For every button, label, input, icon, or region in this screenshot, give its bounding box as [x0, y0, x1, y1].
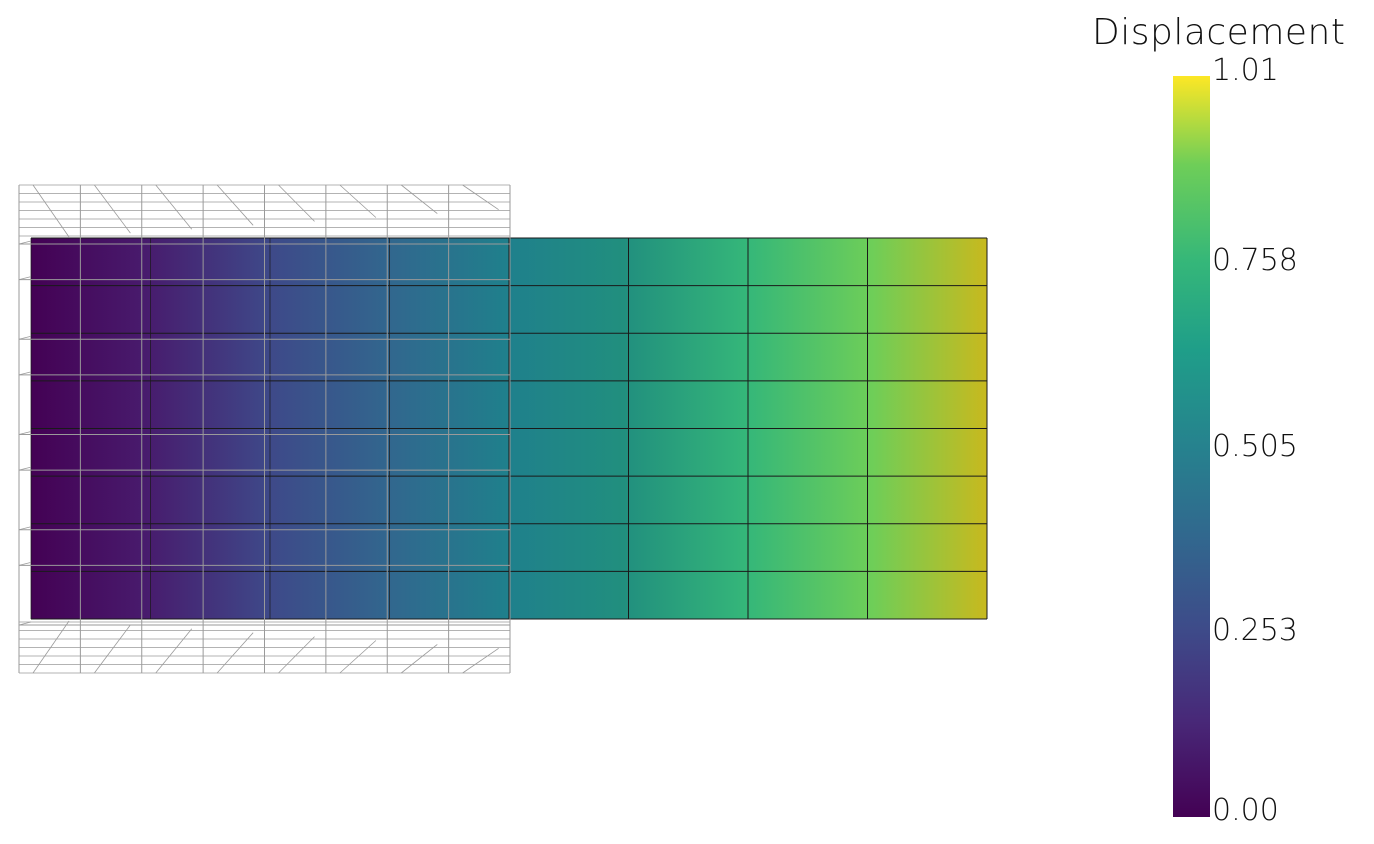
wireframe-line	[339, 184, 377, 218]
wireframe-line	[94, 624, 131, 674]
wireframe-line	[401, 184, 438, 214]
wireframe-line	[401, 644, 438, 674]
wireframe-line	[155, 628, 193, 674]
colorbar	[1173, 76, 1210, 817]
wireframe-line	[278, 184, 315, 222]
colorbar-tick-label: 0.758	[1212, 242, 1298, 278]
colorbar-tick-label: 0.505	[1212, 428, 1298, 464]
colorbar-tick-label: 1.01	[1212, 53, 1279, 88]
wireframe-line	[94, 184, 131, 234]
wireframe-line	[155, 184, 193, 230]
wireframe-line	[278, 636, 315, 674]
wireframe-line	[462, 647, 499, 674]
colorbar-tick-label: 0.00	[1212, 793, 1279, 828]
mesh-scene	[18, 184, 988, 674]
wireframe-line	[462, 184, 499, 211]
wireframe-line	[32, 620, 70, 674]
wireframe-line	[32, 184, 70, 238]
colorbar-title: Displacement	[1092, 12, 1346, 53]
render-viewport[interactable]	[0, 0, 1374, 840]
colorbar-tick-label: 0.253	[1212, 613, 1298, 649]
wireframe-line	[339, 640, 377, 674]
